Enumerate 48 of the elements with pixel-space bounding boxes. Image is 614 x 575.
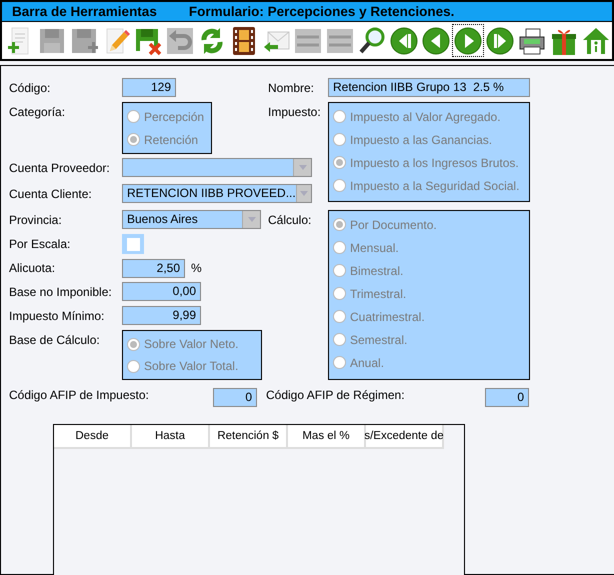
column-header[interactable]: Hasta <box>132 425 210 449</box>
undo-icon <box>166 26 194 56</box>
checkbox[interactable] <box>122 234 144 254</box>
toolbar-title: Barra de Herramientas <box>12 4 157 19</box>
field-label: Código: <box>9 80 52 95</box>
previous-icon <box>422 26 450 56</box>
film-icon <box>230 26 258 56</box>
field-label: Alicuota: <box>9 260 56 275</box>
field-label: Código AFIP de Régimen: <box>265 388 406 402</box>
field-label: Cuenta Cliente: <box>9 186 93 201</box>
field-label: Cálculo: <box>267 212 312 227</box>
combo-box[interactable] <box>122 158 312 177</box>
combo-box[interactable]: Buenos Aires <box>122 210 261 229</box>
unit-label: % <box>191 261 202 275</box>
field-label: Provincia: <box>9 212 63 227</box>
field-label: Código AFIP de Impuesto: <box>9 388 150 402</box>
name-field[interactable]: Retencion IIBB Grupo 13 2.5 % <box>328 78 530 97</box>
field-label: Base no Imponible: <box>9 284 113 299</box>
field-label: Cuenta Proveedor: <box>9 160 111 175</box>
field-label: Por Escala: <box>9 236 72 251</box>
amount-field[interactable]: 9,99 <box>122 306 201 325</box>
home-icon <box>582 26 610 56</box>
field-label: Nombre: <box>267 80 316 95</box>
code-field[interactable]: 0 <box>485 388 529 407</box>
code-field[interactable]: 0 <box>213 388 257 407</box>
dropdown-arrow-icon <box>300 191 308 196</box>
next-icon <box>454 26 482 56</box>
printer-icon <box>518 26 546 56</box>
last-record-icon <box>486 26 514 56</box>
field-label: Categoría: <box>9 104 66 119</box>
dropdown-arrow-icon <box>248 217 256 222</box>
field-label: Impuesto Mínimo: <box>9 308 106 323</box>
field-label: Impuesto: <box>267 104 322 119</box>
column-header[interactable]: Retención $ <box>210 425 288 449</box>
amount-field[interactable]: 0,00 <box>122 282 201 301</box>
combo-box[interactable]: RETENCION IIBB PROVEED... <box>122 184 312 203</box>
first-record-icon <box>390 26 418 56</box>
dropdown-arrow-icon <box>298 165 306 170</box>
rate-field[interactable]: 2,50 <box>122 258 185 278</box>
column-header[interactable]: Desde <box>54 425 132 449</box>
form-title: Formulario: Percepciones y Retenciones. <box>188 4 454 19</box>
field-label: Base de Cálculo: <box>9 332 101 347</box>
column-header[interactable]: s/Excedente de <box>366 425 444 449</box>
code-field[interactable]: 129 <box>122 78 176 97</box>
search-icon <box>358 26 386 56</box>
toolbar-button[interactable] <box>452 24 484 57</box>
checkbox-box[interactable] <box>126 238 140 250</box>
column-header[interactable]: Mas el % <box>288 425 366 449</box>
